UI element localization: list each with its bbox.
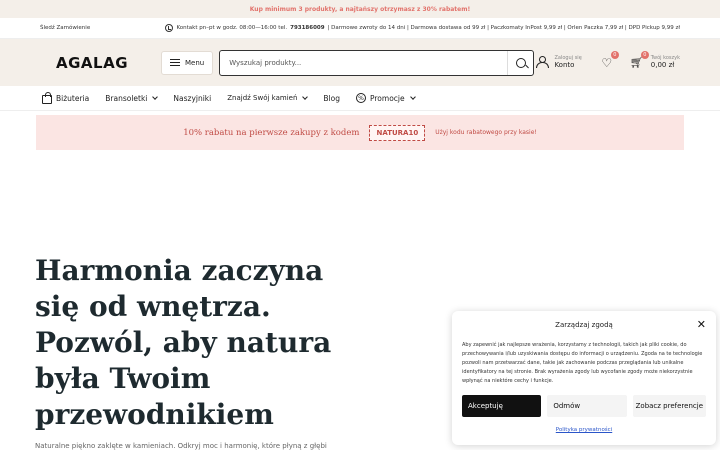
preferences-button[interactable]: Zobacz preferencje	[632, 395, 706, 417]
discount-banner: 10% rabatu na pierwsze zakupy z kodem NA…	[36, 115, 684, 150]
search-box	[219, 49, 535, 76]
chevron-down-icon	[302, 93, 309, 100]
contact-info: Kontakt pn–pt w godz. 08:00—16:00 tel. 7…	[165, 24, 680, 32]
wishlist-count-badge: 0	[610, 50, 619, 59]
deny-button[interactable]: Odmów	[547, 395, 627, 417]
user-icon	[536, 56, 550, 69]
menu-button[interactable]: Menu	[161, 50, 214, 75]
header-actions: Zaloguj się Konto ♡ 0 🛒︎ 0 Twój koszyk 0…	[536, 50, 680, 70]
chevron-down-icon	[152, 93, 159, 100]
nav-item-naszyjniki[interactable]: Naszyjniki	[173, 94, 211, 103]
promo-bar: Kup minimum 3 produkty, a najtańszy otrz…	[0, 0, 720, 18]
discount-code[interactable]: NATURA10	[369, 124, 426, 141]
hero-title: Harmonia zaczyna się od wnętrza. Pozwól,…	[35, 254, 332, 431]
nav-label: Naszyjniki	[173, 93, 212, 103]
account-link[interactable]: Zaloguj się Konto	[536, 55, 582, 70]
main-nav: Biżuteria Bransoletki Naszyjniki Znajdź …	[0, 86, 720, 111]
cart-total: 0,00 zł	[650, 61, 675, 70]
phone-icon	[165, 24, 174, 32]
header: AGALAG Menu Zaloguj się Konto ♡ 0 🛒︎ 0	[0, 39, 720, 86]
hero-subtitle: Naturalne piękno zaklęte w kamieniach. O…	[35, 442, 327, 450]
track-order-link[interactable]: Śledź Zamówienie	[40, 25, 90, 31]
cookie-title: Zarządzaj zgodą	[555, 321, 613, 329]
contact-prefix: Kontakt pn–pt w godz. 08:00—16:00 tel.	[176, 25, 288, 31]
nav-label: Blog	[323, 93, 340, 103]
privacy-policy-link[interactable]: Polityka prywatności	[462, 427, 706, 433]
menu-label: Menu	[185, 58, 205, 67]
search-input[interactable]	[220, 58, 508, 67]
close-icon[interactable]: ✕	[697, 319, 706, 330]
nav-item-promocje[interactable]: % Promocje	[356, 93, 416, 103]
cart-count-badge: 0	[640, 50, 649, 59]
shipping-details: | Darmowe zwroty do 14 dni | Darmowa dos…	[327, 25, 680, 31]
cookie-consent-modal: Zarządzaj zgodą ✕ Aby zapewnić jak najle…	[452, 311, 716, 445]
cookie-body: Aby zapewnić jak najlepsze wrażenia, kor…	[462, 342, 703, 384]
nav-label: Biżuteria	[56, 93, 90, 103]
account-label: Konto	[554, 61, 575, 70]
discount-note: Użyj kodu rabatowego przy kasie!	[435, 129, 537, 136]
accept-button[interactable]: Akceptuję	[462, 395, 542, 417]
nav-item-znajdz-kamien[interactable]: Znajdź Swój kamień	[227, 93, 309, 102]
percent-icon: %	[356, 93, 366, 103]
nav-item-bizuteria[interactable]: Biżuteria	[42, 92, 89, 104]
nav-label: Znajdź Swój kamień	[227, 94, 298, 102]
discount-text: 10% rabatu na pierwsze zakupy z kodem	[183, 127, 360, 138]
wishlist-button[interactable]: ♡ 0	[600, 50, 619, 70]
bag-icon	[42, 92, 52, 104]
search-icon	[515, 57, 526, 68]
nav-item-blog[interactable]: Blog	[323, 94, 340, 103]
phone-number[interactable]: 793186009	[290, 25, 324, 31]
nav-label: Promocje	[370, 93, 405, 103]
search-button[interactable]	[507, 50, 533, 75]
chevron-down-icon	[409, 93, 416, 100]
cart-button[interactable]: 🛒︎ 0 Twój koszyk 0,00 zł	[630, 50, 680, 70]
nav-label: Bransoletki	[105, 93, 148, 103]
cookie-buttons: Akceptuję Odmów Zobacz preferencje	[462, 395, 706, 417]
promo-text: Kup minimum 3 produkty, a najtańszy otrz…	[249, 5, 471, 13]
nav-item-bransoletki[interactable]: Bransoletki	[105, 93, 159, 103]
info-bar: Śledź Zamówienie Kontakt pn–pt w godz. 0…	[0, 18, 720, 39]
heart-icon: ♡	[601, 55, 613, 70]
logo[interactable]: AGALAG	[56, 54, 161, 72]
hamburger-icon	[170, 59, 180, 66]
